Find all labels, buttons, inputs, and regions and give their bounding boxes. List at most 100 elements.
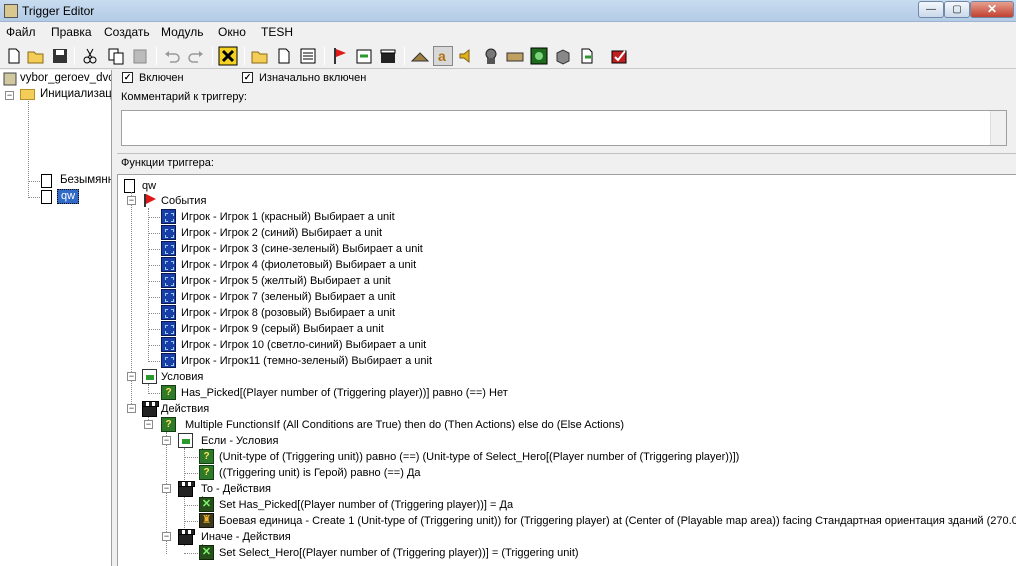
object-manager-icon[interactable] <box>553 46 573 66</box>
comment-scrollbar[interactable] <box>990 111 1006 145</box>
then-actions-icon <box>178 481 195 497</box>
sound-editor-icon[interactable] <box>457 46 477 66</box>
campaign-editor-icon[interactable] <box>505 46 525 66</box>
close-button[interactable]: ✕ <box>970 1 1014 18</box>
event-icon <box>161 289 176 304</box>
actions-collapse-icon[interactable]: − <box>127 404 136 413</box>
conditions-collapse-icon[interactable]: − <box>127 372 136 381</box>
paste-icon[interactable] <box>130 46 150 66</box>
events-flag-icon <box>142 193 157 208</box>
event-item[interactable]: Игрок - Игрок 8 (розовый) Выбирает a uni… <box>181 305 395 321</box>
menu-bar: Файл Правка Создать Модуль Окно TESH <box>0 22 1016 42</box>
event-item[interactable]: Игрок - Игрок 3 (сине-зеленый) Выбирает … <box>181 241 423 257</box>
object-editor-icon[interactable] <box>481 46 501 66</box>
event-icon <box>161 337 176 352</box>
initially-on-checkbox[interactable]: ✓ <box>242 72 253 83</box>
window-title: Trigger Editor <box>22 4 95 18</box>
ai-editor-icon[interactable] <box>529 46 549 66</box>
cut-icon[interactable] <box>80 46 100 66</box>
minimize-button[interactable]: — <box>918 1 944 18</box>
map-icon <box>3 72 17 86</box>
undo-icon[interactable] <box>162 46 182 66</box>
event-item[interactable]: Игрок - Игрок11 (темно-зеленый) Выбирает… <box>181 353 432 369</box>
tree-root-label[interactable]: vybor_geroev_dvo <box>20 72 111 84</box>
conditions-header[interactable]: Условия <box>161 369 203 385</box>
menu-window[interactable]: Окно <box>218 25 246 39</box>
event-item[interactable]: Игрок - Игрок 7 (зеленый) Выбирает a uni… <box>181 289 395 305</box>
set-variable-icon: ✕ <box>199 545 214 560</box>
redo-icon[interactable] <box>186 46 206 66</box>
then-actions-header[interactable]: То - Действия <box>201 481 271 497</box>
delete-icon[interactable] <box>218 46 238 66</box>
initially-on-label: Изначально включен <box>259 72 367 84</box>
comment-label: Комментарий к триггеру: <box>121 91 247 103</box>
multiple-functions-icon: ? <box>161 417 176 432</box>
event-icon <box>161 321 176 336</box>
functions-panel: qw − События Игрок - Игрок 1 (красный) В… <box>117 174 1016 566</box>
open-folder-icon[interactable] <box>26 46 46 66</box>
test-map-icon[interactable] <box>609 46 629 66</box>
multiple-functions-item[interactable]: Multiple FunctionsIf (All Conditions are… <box>185 417 624 433</box>
menu-tesh[interactable]: TESH <box>261 25 293 39</box>
if-condition-item[interactable]: (Unit-type of (Triggering unit)) равно (… <box>219 449 739 465</box>
import-manager-icon[interactable] <box>577 46 597 66</box>
events-header[interactable]: События <box>161 193 206 209</box>
unit-action-icon: ♜ <box>199 513 214 528</box>
trigger-icon <box>41 190 52 204</box>
save-icon[interactable] <box>50 46 70 66</box>
menu-file[interactable]: Файл <box>6 25 36 39</box>
tree-category-label[interactable]: Инициализац <box>40 88 111 100</box>
event-item[interactable]: Игрок - Игрок 4 (фиолетовый) Выбирает a … <box>181 257 416 273</box>
event-item[interactable]: Игрок - Игрок 2 (синий) Выбирает a unit <box>181 225 382 241</box>
trigger-editor-icon[interactable]: a <box>433 46 453 66</box>
function-trigger-name[interactable]: qw <box>142 178 156 194</box>
multiple-collapse-icon[interactable]: − <box>144 420 153 429</box>
functions-label: Функции триггера: <box>121 157 214 169</box>
trigger-tree: vybor_geroev_dvo − Инициализац Безымянн … <box>0 70 112 566</box>
events-collapse-icon[interactable]: − <box>127 196 136 205</box>
new-file-icon[interactable] <box>4 46 24 66</box>
comment-field[interactable] <box>121 110 1007 146</box>
if-conditions-header[interactable]: Если - Условия <box>201 433 278 449</box>
menu-edit[interactable]: Правка <box>51 25 92 39</box>
if-collapse-icon[interactable]: − <box>162 436 171 445</box>
then-collapse-icon[interactable]: − <box>162 484 171 493</box>
then-action-item[interactable]: Боевая единица - Create 1 (Unit-type of … <box>219 513 1016 529</box>
new-category-icon[interactable] <box>250 46 270 66</box>
new-condition-icon[interactable] <box>354 46 374 66</box>
title-bar: Trigger Editor — ▢ ✕ <box>0 0 1016 22</box>
else-collapse-icon[interactable]: − <box>162 532 171 541</box>
event-icon <box>161 241 176 256</box>
new-event-icon[interactable] <box>330 46 350 66</box>
event-item[interactable]: Игрок - Игрок 1 (красный) Выбирает a uni… <box>181 209 395 225</box>
event-item[interactable]: Игрок - Игрок 10 (светло-синий) Выбирает… <box>181 337 426 353</box>
tree-selected-trigger[interactable]: qw <box>57 189 80 204</box>
enabled-checkbox[interactable]: ✓ <box>122 72 133 83</box>
menu-module[interactable]: Модуль <box>161 25 204 39</box>
collapse-icon[interactable]: − <box>5 91 14 100</box>
if-conditions-icon <box>178 433 193 448</box>
maximize-button[interactable]: ▢ <box>944 1 970 18</box>
trigger-comment-icon[interactable] <box>298 46 318 66</box>
menu-create[interactable]: Создать <box>104 25 150 39</box>
copy-icon[interactable] <box>106 46 126 66</box>
terrain-editor-icon[interactable] <box>410 46 430 66</box>
actions-header[interactable]: Действия <box>161 401 209 417</box>
trigger-icon <box>41 174 52 188</box>
tree-trigger-label[interactable]: Безымянн <box>60 174 111 186</box>
event-icon <box>161 305 176 320</box>
then-action-item[interactable]: Set Has_Picked[(Player number of (Trigge… <box>219 497 513 513</box>
event-item[interactable]: Игрок - Игрок 5 (желтый) Выбирает a unit <box>181 273 391 289</box>
set-variable-icon: ✕ <box>199 497 214 512</box>
else-action-item[interactable]: Set Select_Hero[(Player number of (Trigg… <box>219 545 579 561</box>
else-actions-icon <box>178 529 195 545</box>
folder-icon <box>20 89 35 100</box>
new-trigger-icon[interactable] <box>274 46 294 66</box>
else-actions-header[interactable]: Иначе - Действия <box>201 529 291 545</box>
condition-icon: ? <box>199 465 214 480</box>
if-condition-item[interactable]: ((Triggering unit) is Герой) равно (==) … <box>219 465 421 481</box>
condition-icon: ? <box>199 449 214 464</box>
condition-item[interactable]: Has_Picked[(Player number of (Triggering… <box>181 385 508 401</box>
new-action-icon[interactable] <box>378 46 398 66</box>
event-item[interactable]: Игрок - Игрок 9 (серый) Выбирает a unit <box>181 321 384 337</box>
